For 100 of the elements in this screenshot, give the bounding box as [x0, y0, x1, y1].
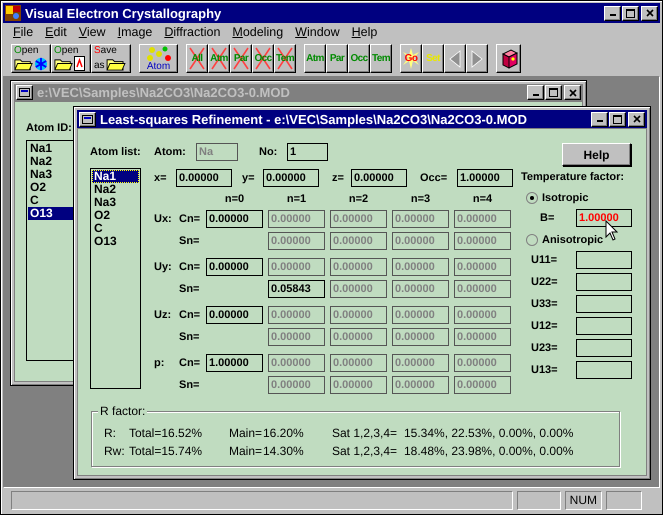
result-text: Rw: — [104, 443, 126, 460]
maximize-button[interactable] — [609, 112, 626, 126]
minimize-button[interactable] — [604, 6, 621, 20]
maximize-icon — [549, 88, 558, 97]
value-field[interactable] — [576, 361, 632, 379]
menu-item[interactable]: Diffraction — [158, 24, 226, 40]
result-text: 16.20% — [263, 425, 305, 442]
value-field[interactable]: 0.00000 — [206, 258, 263, 276]
window-title: Visual Electron Crystallography — [25, 6, 222, 20]
refine-button[interactable]: Par — [326, 44, 348, 73]
open-button[interactable]: Open — [11, 44, 51, 73]
refine-button[interactable]: Tem — [370, 44, 392, 73]
list-item[interactable]: Na2 — [92, 183, 139, 196]
column-header: n=1 — [286, 192, 308, 206]
result-text: Total=16.52% — [129, 425, 204, 442]
value-field[interactable]: 0.00000 — [206, 210, 263, 228]
help-button[interactable] — [496, 44, 521, 73]
menu-item[interactable]: Help — [346, 24, 384, 40]
result-text: Total=15.74% — [129, 443, 204, 460]
menu-item[interactable]: File — [7, 24, 40, 40]
row-label: Uz: — [154, 308, 172, 323]
status-indicator: NUM — [564, 491, 602, 510]
value-field[interactable]: 1.00000 — [457, 169, 513, 187]
row-label: Sn= — [179, 330, 200, 345]
window-menu-button[interactable] — [16, 85, 33, 100]
field-label: U22= — [531, 275, 559, 290]
close-icon — [632, 115, 640, 123]
list-item[interactable]: Na3 — [92, 196, 139, 209]
open-button[interactable]: Open — [51, 44, 91, 73]
close-icon — [646, 9, 654, 17]
atom-list[interactable]: Na1 Na2 Na3 O2 C O13 — [90, 168, 141, 389]
minimize-button[interactable] — [591, 112, 608, 126]
radio-button[interactable] — [526, 234, 538, 246]
menu-item[interactable]: Edit — [39, 24, 73, 40]
radio-button[interactable] — [526, 192, 538, 204]
list-item[interactable]: C — [92, 222, 139, 235]
group-label: R factor: — [98, 404, 148, 418]
go-button[interactable]: Go — [400, 44, 422, 73]
maximize-icon — [613, 114, 622, 124]
list-item[interactable]: O13 — [92, 235, 139, 248]
refine-button[interactable]: Atm — [304, 44, 326, 73]
value-field[interactable]: 0.00000 — [351, 169, 407, 187]
value-field[interactable] — [576, 339, 632, 357]
row-label: Cn= — [179, 308, 201, 323]
field-label: z= — [332, 171, 345, 186]
value-field[interactable]: 0.00000 — [263, 169, 319, 187]
close-button[interactable] — [628, 112, 645, 126]
maximize-button[interactable] — [545, 85, 562, 100]
document-icon — [74, 56, 85, 71]
column-header: n=3 — [410, 192, 432, 206]
field-label: y= — [242, 171, 256, 186]
status-panel — [606, 491, 642, 510]
atom-button[interactable]: Atom — [139, 44, 178, 73]
row-label: Sn= — [179, 282, 200, 297]
menu-item[interactable]: View — [72, 24, 112, 40]
save-as-button[interactable]: Save as — [91, 44, 131, 73]
field-label: Atom ID: — [26, 121, 72, 136]
row-label: Cn= — [179, 212, 201, 227]
result-text: Sat 1,2,3,4= — [332, 425, 398, 442]
result-text: Main= — [229, 443, 263, 460]
result-text: 18.48%, 23.98%, 0.00%, 0.00% — [404, 443, 574, 460]
field-label: U13= — [531, 363, 559, 378]
window-title: Least-squares Refinement - e:\VEC\Samples\Na2CO3\Na2CO3-0.MOD — [100, 112, 527, 126]
result-text: 14.30% — [263, 443, 305, 460]
value-field[interactable]: 0.00000 — [176, 169, 232, 187]
value-field[interactable] — [576, 251, 632, 269]
value-field[interactable] — [576, 295, 632, 313]
set-button[interactable]: Set — [422, 44, 444, 73]
snowflake-icon — [34, 57, 48, 71]
refine-button[interactable]: Occ — [348, 44, 370, 73]
menu-item[interactable]: Modeling — [226, 24, 290, 40]
value-field[interactable] — [576, 273, 632, 291]
close-button[interactable] — [641, 6, 658, 20]
menu-item[interactable]: Image — [112, 24, 158, 40]
minimize-button[interactable] — [527, 85, 544, 100]
result-text: 15.34%, 22.53%, 0.00%, 0.00% — [404, 425, 574, 442]
close-button[interactable] — [564, 85, 581, 100]
radio-label: Isotropic — [542, 191, 588, 206]
result-text: R: — [104, 425, 117, 442]
window-menu-button[interactable] — [79, 112, 96, 126]
help-button[interactable]: Help — [562, 143, 631, 166]
value-field[interactable] — [576, 317, 632, 335]
status-panel — [516, 491, 561, 510]
row-label: Sn= — [179, 234, 200, 249]
maximize-button[interactable] — [622, 6, 639, 20]
value-field[interactable]: 1 — [287, 143, 328, 161]
field-label: U11= — [531, 253, 558, 268]
maximize-icon — [626, 8, 635, 18]
value-field[interactable]: 0.00000 — [206, 306, 263, 324]
column-header: n=2 — [348, 192, 370, 206]
list-item[interactable]: O2 — [92, 209, 139, 222]
field-label: x= — [154, 171, 168, 186]
value-field[interactable]: 1.00000 — [206, 354, 263, 372]
field-label: U23= — [531, 341, 559, 356]
list-item[interactable]: Na1 — [92, 170, 139, 183]
value-field[interactable]: 0.05843 — [268, 280, 325, 298]
menu-item[interactable]: Window — [289, 24, 346, 40]
value-field[interactable]: 1.00000 — [576, 209, 632, 227]
field-label: Occ= — [420, 171, 448, 186]
close-icon — [568, 88, 576, 96]
